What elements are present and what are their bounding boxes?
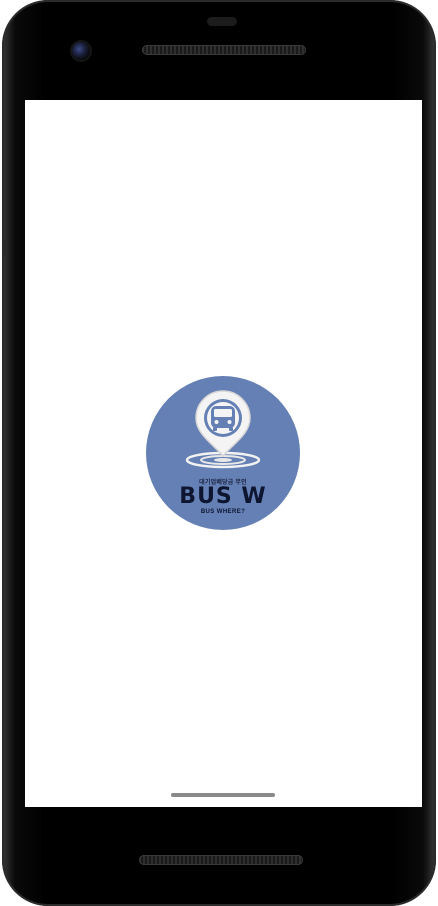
app-subtitle: BUS WHERE? bbox=[200, 509, 246, 515]
home-indicator[interactable] bbox=[171, 793, 275, 797]
top-speaker-grille bbox=[142, 45, 306, 55]
app-logo: 대기업배당금 무인 BUS W BUS WHERE? bbox=[146, 376, 300, 530]
bus-location-pin-icon bbox=[185, 390, 261, 469]
side-button bbox=[2, 240, 6, 256]
app-name: BUS W bbox=[179, 484, 267, 509]
bottom-speaker-grille bbox=[139, 855, 303, 865]
front-camera-icon bbox=[72, 42, 90, 60]
top-sensor bbox=[207, 17, 237, 26]
splash-screen: 대기업배당금 무인 BUS W BUS WHERE? bbox=[25, 100, 422, 807]
phone-device-frame: 대기업배당금 무인 BUS W BUS WHERE? bbox=[2, 0, 436, 906]
